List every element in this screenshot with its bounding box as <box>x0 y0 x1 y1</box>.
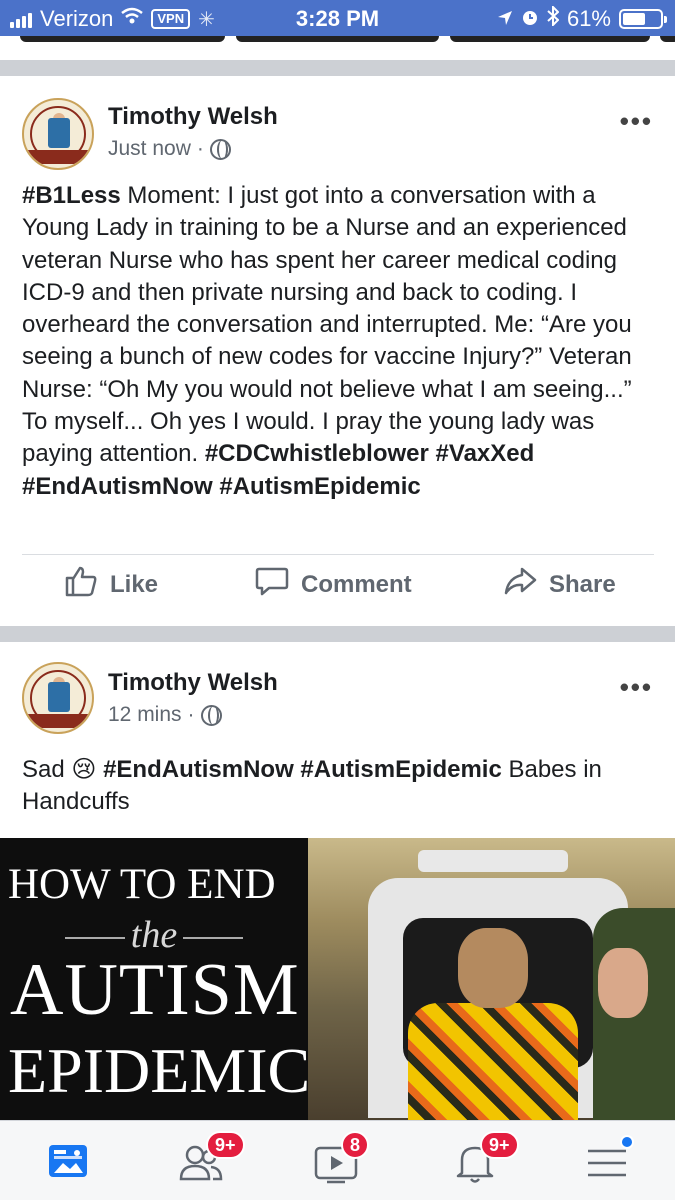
more-options-icon[interactable]: ••• <box>620 672 653 703</box>
arrest-photo <box>308 838 675 1120</box>
menu-icon <box>584 1149 630 1189</box>
book-title-line-4: EPIDEMIC <box>8 1035 311 1106</box>
book-cover: HOW TO END the AUTISM EPIDEMIC <box>0 838 311 1120</box>
hashtag[interactable]: #AutismEpidemic <box>219 473 420 500</box>
hashtag[interactable]: #B1Less <box>22 182 121 209</box>
share-label: Share <box>549 570 616 598</box>
meta-separator: · <box>196 137 204 160</box>
previous-content-strip <box>0 36 675 60</box>
hashtag[interactable]: #AutismEpidemic <box>300 756 501 783</box>
hashtag[interactable]: #EndAutismNow <box>22 473 213 500</box>
post-image[interactable]: HOW TO END the AUTISM EPIDEMIC <box>0 838 675 1120</box>
video-badge: 8 <box>341 1131 370 1159</box>
hashtag[interactable]: #CDCwhistleblower <box>205 440 429 467</box>
post-author[interactable]: Timothy Welsh <box>108 669 278 697</box>
comment-button[interactable]: Comment <box>255 564 412 605</box>
battery-fill <box>623 13 645 25</box>
location-arrow-icon <box>497 6 513 32</box>
globe-icon <box>209 138 231 160</box>
post-time[interactable]: 12 mins <box>108 703 182 727</box>
hashtag[interactable]: #VaxXed <box>436 440 535 467</box>
post-text: #B1Less Moment: I just got into a conver… <box>22 180 658 503</box>
notifications-icon <box>452 1146 498 1189</box>
like-button[interactable]: Like <box>64 564 158 605</box>
battery-icon <box>619 9 667 29</box>
post-actions: Like Comment Share <box>0 562 675 622</box>
battery-percent: 61% <box>566 6 611 31</box>
feed-separator <box>0 626 675 642</box>
news-feed-icon <box>46 1145 90 1187</box>
share-arrow-icon <box>503 564 537 605</box>
like-label: Like <box>110 570 159 598</box>
book-title-line-1: HOW TO END <box>8 861 276 908</box>
tab-news-feed[interactable] <box>46 1139 92 1185</box>
post-time[interactable]: Just now <box>108 137 191 161</box>
friends-badge: 9+ <box>206 1131 245 1159</box>
comment-icon <box>255 564 289 605</box>
status-bar: Verizon VPN ✳ 3:28 PM 61% <box>0 0 675 36</box>
avatar[interactable] <box>22 662 94 734</box>
alarm-icon <box>521 6 539 32</box>
more-options-icon[interactable]: ••• <box>620 106 653 137</box>
book-title-line-3: AUTISM <box>10 949 300 1031</box>
meta-separator: · <box>187 703 195 726</box>
hashtag[interactable]: #EndAutismNow <box>103 756 294 783</box>
post-meta: Just now · <box>108 137 231 161</box>
friends-icon <box>178 1145 224 1189</box>
tab-friends[interactable]: 9+ <box>178 1131 245 1185</box>
post-meta: 12 mins · <box>108 703 222 727</box>
feed-post: Timothy Welsh 12 mins · ••• Sad 😢 #EndAu… <box>0 642 675 838</box>
menu-notification-dot <box>620 1135 634 1149</box>
thumbs-up-icon <box>64 564 98 605</box>
tab-notifications[interactable]: 9+ <box>452 1131 519 1185</box>
feed-separator <box>0 60 675 76</box>
post-text: Sad 😢 #EndAutismNow #AutismEpidemic Babe… <box>22 754 658 819</box>
tab-menu[interactable] <box>584 1135 634 1185</box>
post-divider <box>22 554 654 555</box>
bluetooth-icon <box>547 4 560 32</box>
tab-video[interactable]: 8 <box>313 1131 370 1185</box>
bottom-tab-bar: 9+ 8 9+ <box>0 1120 675 1200</box>
post-text-segment: Moment: I just got into a conversation w… <box>22 182 632 468</box>
post-text-segment <box>429 440 436 467</box>
comment-label: Comment <box>301 570 412 598</box>
video-icon <box>313 1146 359 1189</box>
post-author[interactable]: Timothy Welsh <box>108 103 278 131</box>
status-right: 61% <box>497 4 667 32</box>
post-text-segment: Sad 😢 <box>22 756 104 783</box>
share-button[interactable]: Share <box>503 564 616 605</box>
avatar[interactable] <box>22 98 94 170</box>
globe-icon <box>200 704 222 726</box>
feed-post: Timothy Welsh Just now · ••• #B1Less Mom… <box>0 76 675 626</box>
notifications-badge: 9+ <box>480 1131 519 1159</box>
